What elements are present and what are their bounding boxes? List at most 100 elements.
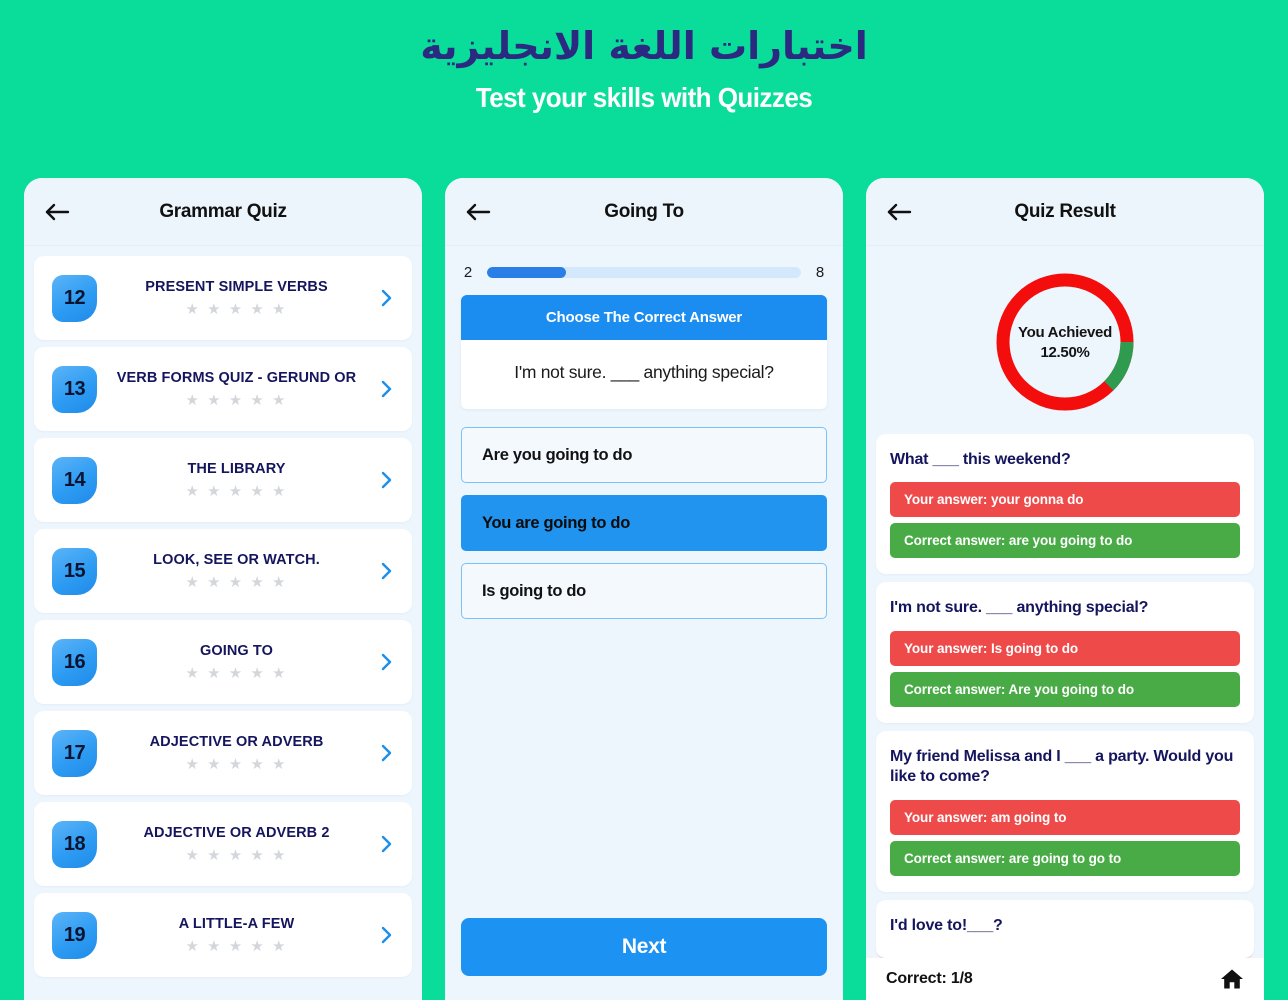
score-donut-chart-wrap: You Achieved 12.50% — [866, 246, 1264, 434]
screenshot-panels: Grammar Quiz 12 PRESENT SIMPLE VERBS ★ ★… — [0, 178, 1288, 1000]
question-body: 2 8 Choose The Correct Answer I'm not su… — [445, 246, 843, 1000]
result-card: My friend Melissa and I ___ a party. Wou… — [876, 730, 1254, 892]
rating-stars: ★ ★ ★ ★ ★ — [185, 300, 288, 318]
list-item[interactable]: 18 ADJECTIVE OR ADVERB 2 ★ ★ ★ ★ ★ — [34, 802, 412, 886]
list-item[interactable]: 19 A LITTLE-A FEW ★ ★ ★ ★ ★ — [34, 893, 412, 977]
panel-question-going-to: Going To 2 8 Choose The Correct Answer I… — [445, 178, 843, 1000]
quiz-title: ADJECTIVE OR ADVERB — [149, 734, 324, 751]
quiz-number-badge: 13 — [52, 365, 97, 413]
progress-total: 8 — [815, 264, 825, 281]
quiz-info: PRESENT SIMPLE VERBS ★ ★ ★ ★ ★ — [97, 279, 376, 316]
quiz-info: ADJECTIVE OR ADVERB ★ ★ ★ ★ ★ — [97, 734, 376, 771]
panel-quiz-result: Quiz Result You Achieved 12.50% What ___… — [866, 178, 1264, 1000]
quiz-number-badge: 18 — [52, 820, 97, 868]
home-icon[interactable] — [1220, 967, 1244, 991]
your-answer-badge: Your answer: your gonna do — [890, 482, 1240, 518]
question-text: I'm not sure. ___ anything special? — [514, 362, 774, 382]
quiz-list[interactable]: 12 PRESENT SIMPLE VERBS ★ ★ ★ ★ ★ 13 VER… — [24, 246, 422, 1000]
correct-answer-badge: Correct answer: are going to go to — [890, 840, 1240, 876]
result-body: You Achieved 12.50% What ___ this weeken… — [866, 246, 1264, 1000]
appbar-going-to: Going To — [445, 178, 843, 246]
chevron-right-icon[interactable] — [376, 469, 398, 491]
quiz-number-badge: 12 — [52, 274, 97, 322]
result-card: What ___ this weekend? Your answer: your… — [876, 434, 1254, 575]
chevron-right-icon[interactable] — [376, 378, 398, 400]
appbar-grammar-quiz: Grammar Quiz — [24, 178, 422, 246]
chevron-right-icon[interactable] — [376, 560, 398, 582]
result-question: What ___ this weekend? — [890, 451, 1071, 468]
quiz-title: LOOK, SEE OR WATCH. — [153, 552, 320, 569]
answer-option[interactable]: Are you going to do — [461, 427, 827, 483]
correct-answer-badge: Correct answer: are you going to do — [890, 523, 1240, 559]
quiz-number-badge: 16 — [52, 638, 97, 686]
score-donut-chart: You Achieved 12.50% — [991, 268, 1139, 416]
list-item[interactable]: 14 THE LIBRARY ★ ★ ★ ★ ★ — [34, 438, 412, 522]
quiz-number-badge: 17 — [52, 729, 97, 777]
quiz-number-badge: 14 — [52, 456, 97, 504]
appbar-quiz-result: Quiz Result — [866, 178, 1264, 246]
chevron-right-icon[interactable] — [376, 924, 398, 946]
back-arrow-icon[interactable] — [884, 197, 914, 227]
quiz-title: THE LIBRARY — [187, 461, 286, 478]
quiz-title: GOING TO — [199, 643, 274, 660]
your-answer-badge: Your answer: am going to — [890, 799, 1240, 835]
result-card-partial: I'd love to!___? — [876, 899, 1254, 958]
list-item[interactable]: 17 ADJECTIVE OR ADVERB ★ ★ ★ ★ ★ — [34, 711, 412, 795]
list-item[interactable]: 13 VERB FORMS QUIZ - GERUND OR ★ ★ ★ ★ ★ — [34, 347, 412, 431]
quiz-info: GOING TO ★ ★ ★ ★ ★ — [97, 643, 376, 680]
list-item[interactable]: 15 LOOK, SEE OR WATCH. ★ ★ ★ ★ ★ — [34, 529, 412, 613]
page-header: اختبارات اللغة الانجليزية Test your skil… — [0, 0, 1288, 114]
rating-stars: ★ ★ ★ ★ ★ — [185, 937, 288, 955]
panel-grammar-quiz-list: Grammar Quiz 12 PRESENT SIMPLE VERBS ★ ★… — [24, 178, 422, 1000]
rating-stars: ★ ★ ★ ★ ★ — [185, 573, 288, 591]
back-arrow-icon[interactable] — [463, 197, 493, 227]
result-footer: Correct: 1/8 — [866, 958, 1264, 1000]
rating-stars: ★ ★ ★ ★ ★ — [185, 664, 288, 682]
achieved-percent: 12.50% — [1040, 343, 1090, 361]
quiz-info: LOOK, SEE OR WATCH. ★ ★ ★ ★ ★ — [97, 552, 376, 589]
chevron-right-icon[interactable] — [376, 833, 398, 855]
chevron-right-icon[interactable] — [376, 742, 398, 764]
question-card: Choose The Correct Answer I'm not sure. … — [461, 295, 827, 409]
page-title-arabic: اختبارات اللغة الانجليزية — [420, 24, 868, 68]
progress-bar — [487, 267, 801, 278]
page-subtitle-english: Test your skills with Quizzes — [475, 81, 813, 113]
answer-option-selected[interactable]: You are going to do — [461, 495, 827, 551]
progress-bar-fill — [487, 267, 566, 278]
quiz-number-badge: 19 — [52, 911, 97, 959]
page-title: Grammar Quiz — [159, 200, 287, 222]
quiz-title: ADJECTIVE OR ADVERB 2 — [143, 825, 330, 842]
rating-stars: ★ ★ ★ ★ ★ — [185, 482, 288, 500]
your-answer-badge: Your answer: Is going to do — [890, 630, 1240, 666]
result-card: I'm not sure. ___ anything special? Your… — [876, 582, 1254, 723]
donut-center-label: You Achieved 12.50% — [991, 268, 1139, 416]
correct-answer-badge: Correct answer: Are you going to do — [890, 671, 1240, 707]
quiz-title: PRESENT SIMPLE VERBS — [145, 279, 328, 296]
next-button[interactable]: Next — [461, 918, 827, 976]
page-title: Quiz Result — [1014, 200, 1116, 222]
rating-stars: ★ ★ ★ ★ ★ — [185, 755, 288, 773]
result-question: I'd love to!___? — [890, 916, 1003, 934]
quiz-info: ADJECTIVE OR ADVERB 2 ★ ★ ★ ★ ★ — [97, 825, 376, 862]
quiz-title: VERB FORMS QUIZ - GERUND OR — [116, 370, 357, 387]
question-banner: Choose The Correct Answer — [461, 295, 827, 340]
list-item[interactable]: 12 PRESENT SIMPLE VERBS ★ ★ ★ ★ ★ — [34, 256, 412, 340]
result-question: I'm not sure. ___ anything special? — [890, 599, 1149, 617]
progress-current: 2 — [463, 264, 473, 281]
quiz-info: A LITTLE-A FEW ★ ★ ★ ★ ★ — [97, 916, 376, 953]
quiz-progress: 2 8 — [461, 246, 827, 295]
answer-options: Are you going to do You are going to do … — [461, 427, 827, 631]
rating-stars: ★ ★ ★ ★ ★ — [185, 846, 288, 864]
achieved-label: You Achieved — [1018, 323, 1112, 341]
result-cards: What ___ this weekend? Your answer: your… — [866, 434, 1264, 958]
chevron-right-icon[interactable] — [376, 287, 398, 309]
page-title: Going To — [604, 200, 684, 222]
quiz-title: A LITTLE-A FEW — [178, 916, 295, 933]
answer-option[interactable]: Is going to do — [461, 563, 827, 619]
chevron-right-icon[interactable] — [376, 651, 398, 673]
quiz-info: VERB FORMS QUIZ - GERUND OR ★ ★ ★ ★ ★ — [97, 370, 376, 407]
list-item[interactable]: 16 GOING TO ★ ★ ★ ★ ★ — [34, 620, 412, 704]
quiz-number-badge: 15 — [52, 547, 97, 595]
back-arrow-icon[interactable] — [42, 197, 72, 227]
